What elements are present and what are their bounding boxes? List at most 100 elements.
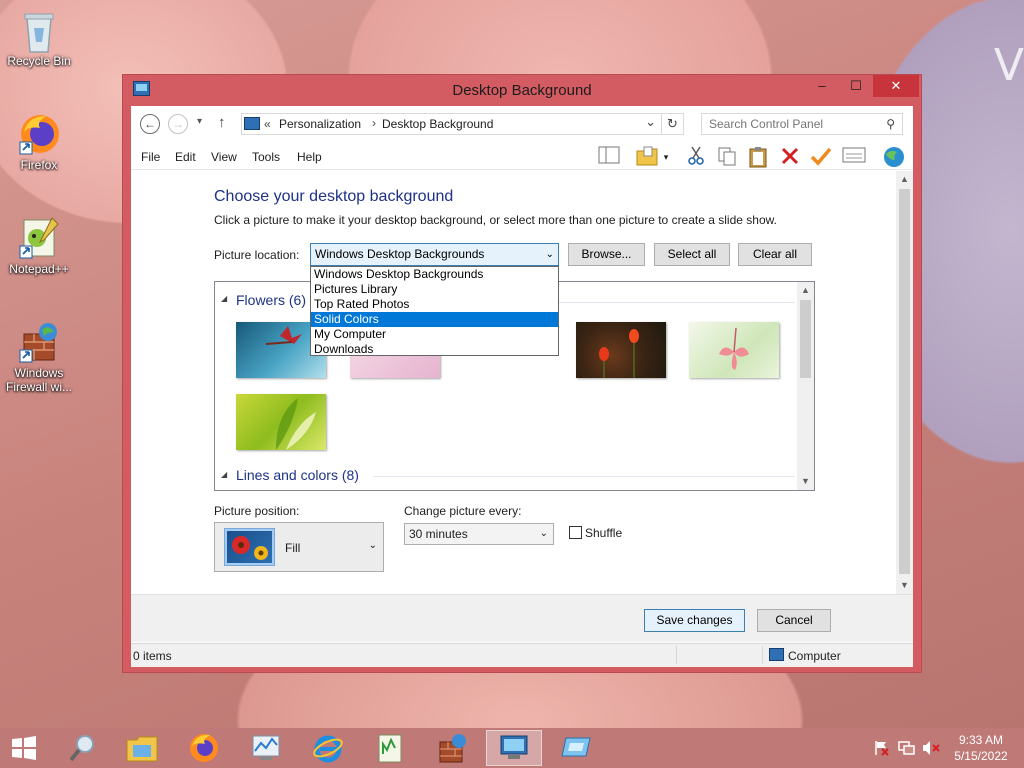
folder-options-icon[interactable] (635, 146, 659, 168)
paste-icon[interactable] (746, 146, 770, 168)
taskbar-clock[interactable]: 9:33 AM 5/15/2022 (950, 732, 1012, 764)
change-picture-interval-select[interactable]: 30 minutes ⌄ (404, 523, 554, 545)
breadcrumb-desktop-background[interactable]: Desktop Background (382, 117, 493, 131)
picture-location-value: Windows Desktop Backgrounds (315, 247, 485, 261)
desktop-icon-firefox[interactable]: Firefox (1, 112, 77, 172)
delete-icon[interactable] (778, 146, 802, 168)
firewall-icon (18, 320, 60, 363)
dropdown-option-pictures-library[interactable]: Pictures Library (311, 282, 558, 297)
network-icon[interactable] (898, 740, 916, 768)
menu-tools[interactable]: Tools (252, 150, 280, 164)
scroll-up-arrow[interactable]: ▲ (896, 171, 913, 188)
group-header-flowers[interactable]: Flowers (6) (236, 292, 306, 308)
title-bar[interactable]: Desktop Background – ☐ ✕ (123, 75, 921, 105)
desktop-icon-notepadpp[interactable]: Notepad++ (1, 216, 77, 276)
help-globe-icon[interactable] (880, 146, 908, 168)
close-button[interactable]: ✕ (873, 75, 919, 97)
collapse-group-icon[interactable]: ◢ (221, 470, 227, 479)
taskbar-notepadpp-icon[interactable] (362, 730, 418, 766)
folder-options-dropdown-icon[interactable]: ▾ (659, 146, 673, 168)
content-area: Choose your desktop background Click a p… (131, 171, 913, 594)
save-changes-button[interactable]: Save changes (644, 609, 745, 632)
properties-check-icon[interactable] (809, 146, 833, 168)
menu-edit[interactable]: Edit (175, 150, 196, 164)
taskbar-search-icon[interactable] (54, 730, 110, 766)
search-input[interactable] (702, 114, 877, 134)
wallpaper-thumbnail[interactable] (689, 322, 779, 378)
taskbar-firefox-icon[interactable] (176, 730, 232, 766)
action-center-flag-icon[interactable] (873, 740, 889, 768)
taskbar-remote-desktop-icon[interactable] (548, 730, 604, 766)
picture-position-label: Picture position: (214, 504, 300, 518)
breadcrumb-separator[interactable]: › (372, 116, 376, 130)
search-box[interactable]: ⚲ (701, 113, 903, 135)
status-bar: 0 items Computer (131, 643, 913, 667)
shuffle-checkbox[interactable]: Shuffle (569, 526, 622, 540)
menu-help[interactable]: Help (297, 150, 322, 164)
back-button[interactable]: ← (140, 114, 160, 134)
position-preview-thumbnail (224, 528, 275, 566)
menu-file[interactable]: File (141, 150, 160, 164)
menu-view[interactable]: View (211, 150, 237, 164)
up-button[interactable]: ↑ (218, 114, 226, 131)
firefox-icon (18, 112, 60, 155)
dropdown-option-solid-colors[interactable]: Solid Colors (311, 312, 558, 327)
wallpaper-thumbnail[interactable] (576, 322, 666, 378)
dropdown-option-top-rated-photos[interactable]: Top Rated Photos (311, 297, 558, 312)
refresh-button[interactable]: ↻ (662, 113, 684, 135)
picture-position-select[interactable]: Fill ⌄ (214, 522, 384, 572)
desktop-icon-windows-firewall[interactable]: Windows Firewall wi... (1, 320, 77, 394)
internet-explorer-icon[interactable] (300, 730, 356, 766)
cancel-button[interactable]: Cancel (757, 609, 831, 632)
start-button[interactable] (0, 730, 48, 766)
taskbar-firewall-icon[interactable] (424, 730, 480, 766)
picture-location-dropdown: Windows Desktop Backgrounds Pictures Lib… (310, 266, 559, 356)
chevron-down-icon: ⌄ (545, 249, 554, 260)
picture-location-label: Picture location: (214, 248, 300, 262)
search-icon[interactable]: ⚲ (886, 117, 895, 131)
cut-icon[interactable] (684, 146, 708, 168)
desktop-icon-label: Notepad++ (9, 262, 69, 276)
control-panel-small-icon (244, 117, 260, 130)
scroll-down-arrow[interactable]: ▼ (896, 577, 913, 594)
dropdown-option-my-computer[interactable]: My Computer (311, 327, 558, 342)
taskbar-control-panel-icon[interactable] (486, 730, 542, 766)
desktop-background-window: Desktop Background – ☐ ✕ ← → ▾ ↑ « Perso… (122, 74, 922, 673)
browse-button[interactable]: Browse... (568, 243, 645, 266)
clear-all-button[interactable]: Clear all (738, 243, 812, 266)
copy-icon[interactable] (715, 146, 739, 168)
wallpaper-letter: V (993, 40, 1024, 91)
window-title: Desktop Background (452, 82, 592, 99)
address-dropdown-icon[interactable]: ⌄ (645, 114, 656, 130)
address-box[interactable]: « Personalization › Desktop Background ⌄ (241, 113, 662, 135)
maximize-button[interactable]: ☐ (839, 75, 873, 97)
wallpaper-thumbnail[interactable] (236, 394, 326, 450)
scroll-up-arrow[interactable]: ▲ (797, 282, 814, 299)
scroll-thumb[interactable] (899, 189, 910, 574)
group-header-lines-and-colors[interactable]: Lines and colors (8) (236, 467, 359, 483)
picture-location-select[interactable]: Windows Desktop Backgrounds ⌄ (310, 243, 559, 266)
desktop-icon-recycle-bin[interactable]: Recycle Bin (1, 8, 77, 68)
preview-pane-icon[interactable] (597, 146, 621, 168)
scroll-down-arrow[interactable]: ▼ (797, 473, 814, 490)
address-bar: ← → ▾ ↑ « Personalization › Desktop Back… (131, 106, 913, 142)
minimize-button[interactable]: – (805, 75, 839, 97)
recent-locations-button[interactable]: ▾ (197, 116, 202, 127)
address-prefix: « (264, 117, 271, 131)
details-view-icon[interactable] (841, 146, 867, 168)
collapse-group-icon[interactable]: ◢ (221, 294, 227, 303)
volume-muted-icon[interactable] (922, 740, 940, 768)
performance-monitor-icon[interactable] (238, 730, 294, 766)
file-explorer-icon[interactable] (114, 730, 170, 766)
forward-button[interactable]: → (168, 114, 188, 134)
breadcrumb-personalization[interactable]: Personalization (279, 117, 361, 131)
status-location: Computer (788, 649, 841, 663)
checkbox-box[interactable] (569, 526, 582, 539)
dropdown-option-windows-desktop-backgrounds[interactable]: Windows Desktop Backgrounds (311, 267, 558, 282)
page-scrollbar[interactable]: ▲ ▼ (896, 171, 913, 594)
select-all-button[interactable]: Select all (654, 243, 730, 266)
dropdown-option-downloads[interactable]: Downloads (311, 342, 558, 357)
scroll-thumb[interactable] (800, 300, 811, 378)
gallery-scrollbar[interactable]: ▲ ▼ (797, 282, 814, 490)
item-count: 0 items (133, 649, 172, 663)
